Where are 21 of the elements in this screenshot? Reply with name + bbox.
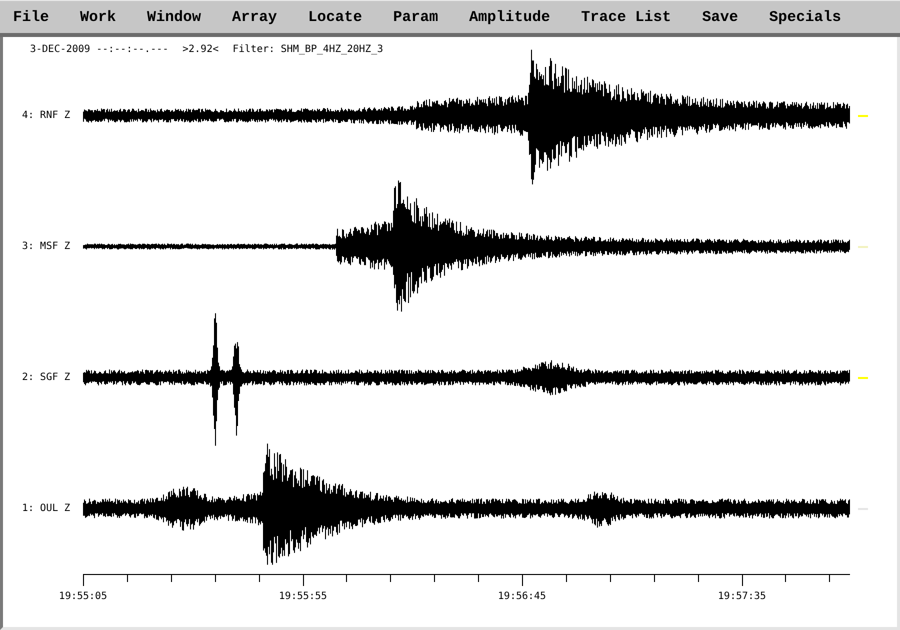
menu-item[interactable]: Param [393,8,438,26]
menu-item[interactable]: Array [232,8,278,26]
filter-label: Filter: SHM_BP_4HZ_20HZ_3 [232,44,384,57]
menu-item[interactable]: Amplitude [469,8,550,26]
trace-label: 4: RNF Z [21,110,72,121]
time-label: 19:55:55 [278,591,328,602]
amplitude-readout: >2.92< [182,44,219,57]
date-time-readout: 3-DEC-2009 --:--:--.--- [30,44,168,57]
menu-item[interactable]: Window [147,8,202,26]
trace-label: 3: MSF Z [21,241,72,252]
menu-item[interactable]: Trace List [581,8,672,26]
menu-item[interactable]: Work [80,8,116,26]
trace-label: 1: OUL Z [21,503,72,514]
menu-item[interactable]: Locate [308,8,362,26]
time-label: 19:57:35 [718,591,766,602]
menu-item[interactable]: File [13,8,50,26]
time-label: 19:55:05 [58,591,108,602]
time-label: 19:56:45 [498,591,546,602]
menu-item[interactable]: Specials [769,8,842,26]
menu-item[interactable]: Save [702,8,738,26]
trace-label: 2: SGF Z [21,372,72,383]
